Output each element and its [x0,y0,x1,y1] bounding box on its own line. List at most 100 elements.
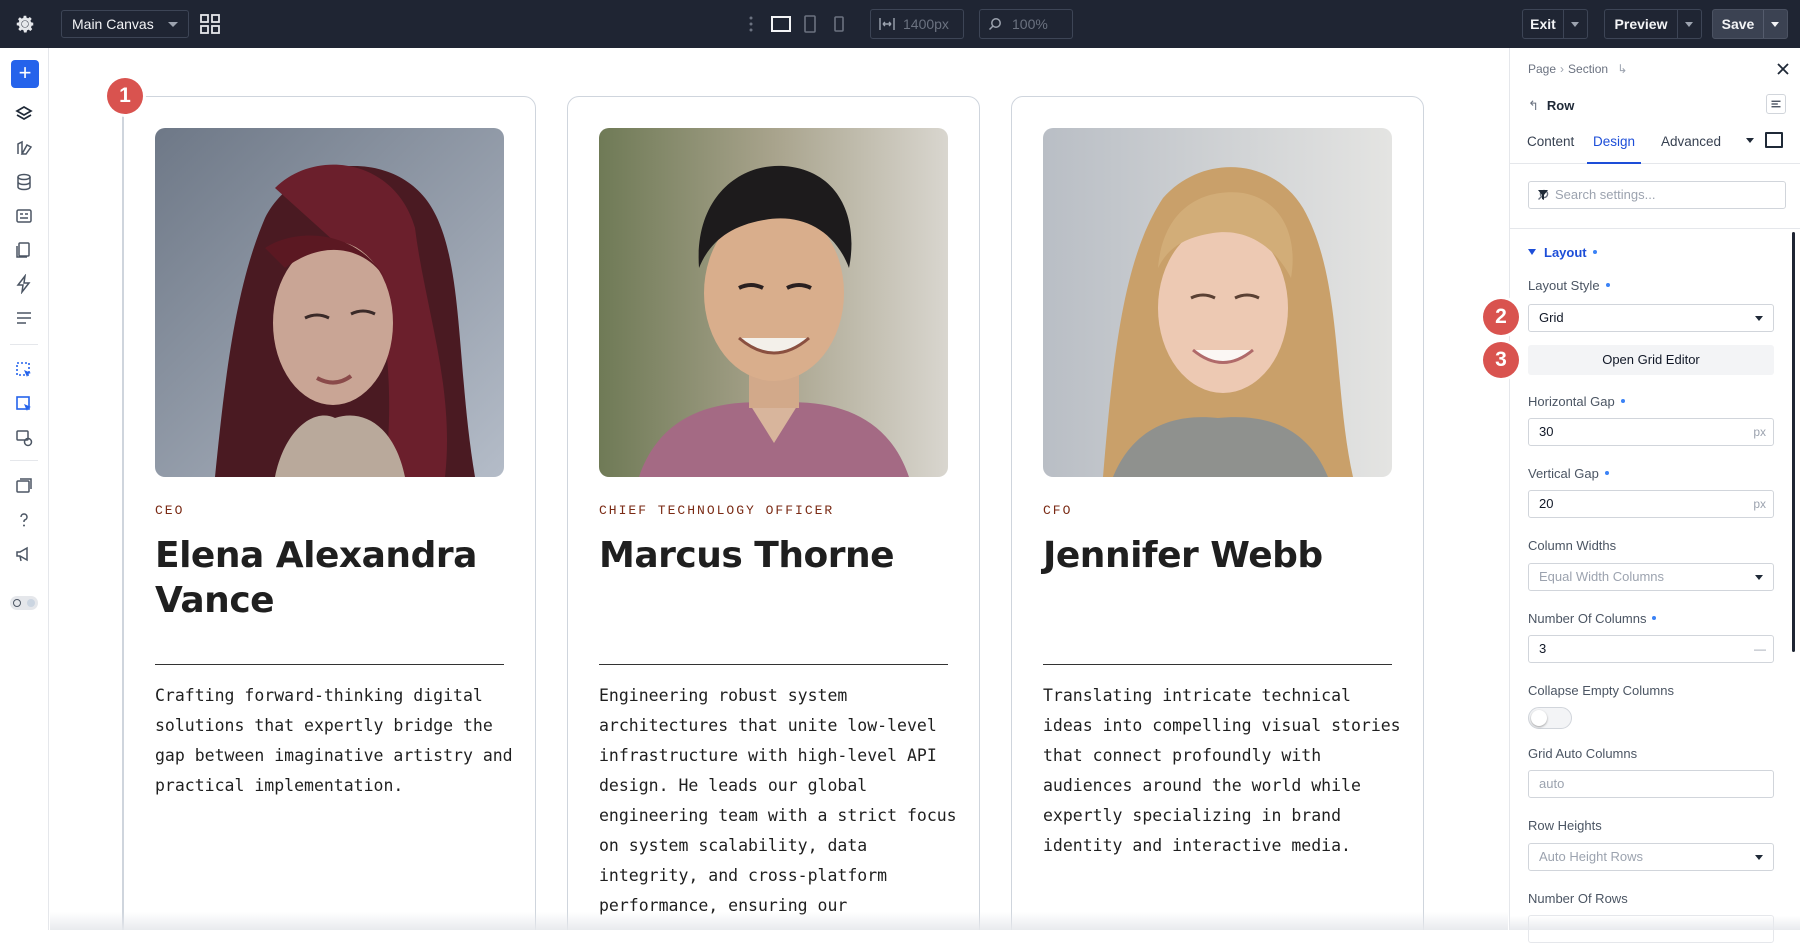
open-grid-editor-button[interactable]: Open Grid Editor [1528,345,1774,375]
divider-line [155,664,504,665]
breadcrumb-page[interactable]: Page [1528,62,1556,76]
chevron-down-icon [168,22,178,27]
horizontal-gap-label: Horizontal Gap [1528,394,1625,409]
collapse-empty-label: Collapse Empty Columns [1528,683,1674,698]
layout-style-select[interactable]: Grid [1528,304,1774,332]
click-select-icon[interactable] [14,360,34,380]
megaphone-icon[interactable] [14,544,34,564]
team-card[interactable]: CFO Jennifer Webb Translating intricate … [1011,96,1424,930]
canvas-width-value: 1400px [903,16,949,32]
divider-line [1043,664,1392,665]
team-card[interactable]: CEO Elena Alexandra Vance Crafting forwa… [123,96,536,930]
tab-design[interactable]: Design [1587,132,1641,164]
zoom-value: 100% [1012,16,1048,32]
preview-button[interactable]: Preview [1604,9,1702,39]
grid-view-icon[interactable] [199,13,221,35]
preview-dropdown-chevron-icon[interactable] [1677,10,1701,38]
tab-advanced[interactable]: Advanced [1661,132,1721,164]
save-button[interactable]: Save [1712,9,1788,39]
panel-expand-icon[interactable] [1765,132,1783,148]
element-options-icon[interactable] [1766,94,1786,114]
team-bio: Engineering robust system architectures … [599,686,957,915]
settings-gear-icon[interactable] [14,13,36,35]
zoom-field[interactable]: 100% [979,9,1073,39]
horizontal-gap-input[interactable]: 30 px [1528,418,1774,446]
layers-icon[interactable] [14,104,34,124]
lightning-icon[interactable] [14,274,34,294]
num-columns-suffix: — [1754,642,1766,656]
panel-divider [1510,228,1800,229]
windows-icon[interactable] [14,476,34,496]
collapse-empty-toggle[interactable] [1528,707,1572,729]
top-toolbar: Main Canvas 1400px 100% Exit Preview Sav… [0,0,1800,48]
team-role: CHIEF TECHNOLOGY OFFICER [599,503,835,518]
canvas-width-field[interactable]: 1400px [870,9,964,39]
chevron-down-icon [1755,855,1763,860]
save-dropdown-chevron-icon[interactable] [1763,10,1787,38]
caret-down-icon [1528,249,1536,255]
filter-icon[interactable] [1537,189,1549,201]
step-badge: 2 [1483,299,1519,335]
sidebar-divider [10,344,38,345]
return-arrow-icon: ↳ [1617,62,1628,76]
more-vertical-icon[interactable] [748,14,754,34]
team-card[interactable]: CHIEF TECHNOLOGY OFFICER Marcus Thorne E… [567,96,980,930]
team-role: CFO [1043,503,1073,518]
tabs-more-chevron-icon[interactable] [1746,138,1754,143]
step-badge: 1 [107,78,143,114]
section-title: Layout [1544,245,1587,260]
settings-tabs: Content Design Advanced [1510,132,1800,164]
element-title: ↰ Row [1528,98,1574,114]
exit-dropdown-chevron-icon[interactable] [1563,10,1587,38]
zoom-search-icon [988,18,1001,31]
exit-button[interactable]: Exit [1522,9,1588,39]
vertical-gap-label: Vertical Gap [1528,466,1609,481]
section-toggle-layout[interactable]: Layout [1528,245,1597,260]
num-columns-label: Number Of Columns [1528,611,1657,626]
chevron-down-icon [1755,575,1763,580]
responsive-settings-icon[interactable] [14,428,34,448]
back-arrow-icon[interactable]: ↰ [1528,98,1539,113]
help-icon[interactable] [14,510,34,530]
team-name: Elena Alexandra Vance [155,535,477,621]
add-element-button[interactable]: + [11,60,39,88]
layout-style-value: Grid [1539,310,1564,325]
unit-label[interactable]: px [1753,491,1766,517]
search-placeholder: Search settings... [1555,187,1656,202]
close-icon[interactable] [1776,62,1790,76]
num-columns-input[interactable]: 3 — [1528,635,1774,663]
tablet-view-icon[interactable] [802,13,818,35]
canvas-select-value: Main Canvas [72,16,154,32]
team-bio: Crafting forward-thinking digital soluti… [155,686,513,795]
save-label: Save [1721,16,1755,32]
vertical-gap-input[interactable]: 20 px [1528,490,1774,518]
list-settings-icon[interactable] [14,308,34,328]
settings-search-input[interactable]: Search settings... [1528,181,1786,209]
theme-toggle[interactable] [10,596,38,610]
team-photo [155,128,504,477]
template-icon[interactable] [14,206,34,226]
canvas-select[interactable]: Main Canvas [61,10,189,38]
multi-select-icon[interactable] [14,394,34,414]
panel-scrollbar[interactable] [1792,232,1795,652]
team-role: CEO [155,503,185,518]
grid-auto-columns-label: Grid Auto Columns [1528,746,1638,761]
num-columns-value: 3 [1539,641,1547,656]
row-heights-value: Auto Height Rows [1539,849,1644,864]
database-icon[interactable] [14,172,34,192]
page-canvas: CEO Elena Alexandra Vance Crafting forwa… [50,48,1508,930]
design-library-icon[interactable] [14,138,34,158]
tab-content[interactable]: Content [1527,132,1574,164]
column-widths-label: Column Widths [1528,538,1617,553]
desktop-view-icon[interactable] [770,13,792,35]
width-resize-icon [879,18,895,30]
grid-auto-columns-input[interactable]: auto [1528,770,1774,798]
row-heights-select[interactable]: Auto Height Rows [1528,843,1774,871]
breadcrumb-section[interactable]: Section [1568,62,1608,76]
pages-icon[interactable] [14,240,34,260]
phone-view-icon[interactable] [832,13,846,35]
step-badge: 3 [1483,342,1519,378]
column-widths-select[interactable]: Equal Width Columns [1528,563,1774,591]
num-rows-label: Number Of Rows [1528,891,1628,906]
unit-label[interactable]: px [1753,419,1766,445]
